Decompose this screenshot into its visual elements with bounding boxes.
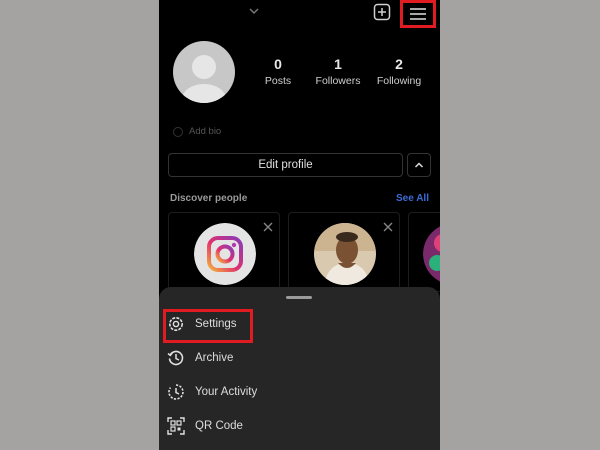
plus-square-icon[interactable] xyxy=(373,3,391,21)
suggestion-card[interactable] xyxy=(168,212,280,292)
followers-count: 1 xyxy=(334,56,342,72)
following-label: Following xyxy=(376,75,422,87)
colorful-avatar xyxy=(423,223,440,285)
bottom-sheet-menu: Settings Archive Your Activity QR Code xyxy=(159,287,440,450)
add-bio-icon xyxy=(173,126,183,137)
suggestion-card[interactable] xyxy=(408,212,440,292)
menu-item-settings[interactable]: Settings xyxy=(167,312,237,336)
gear-icon xyxy=(169,317,183,331)
archive-history-icon xyxy=(167,350,184,366)
close-icon[interactable] xyxy=(263,219,273,232)
suggestion-card[interactable] xyxy=(288,212,400,292)
add-bio-link[interactable]: Add bio xyxy=(173,126,221,137)
discover-people-heading: Discover people xyxy=(170,193,248,204)
person-photo-avatar xyxy=(314,223,376,285)
edit-profile-button[interactable]: Edit profile xyxy=(168,153,403,177)
hamburger-menu-icon xyxy=(410,8,426,20)
following-stat[interactable]: 2 Following xyxy=(369,56,429,87)
menu-item-label: Settings xyxy=(195,318,237,330)
avatar[interactable] xyxy=(173,41,235,103)
followers-stat[interactable]: 1 Followers xyxy=(308,56,368,87)
posts-stat[interactable]: 0 Posts xyxy=(248,56,308,87)
phone-screen: 0 Posts 1 Followers 2 Following Add bio … xyxy=(159,0,440,450)
activity-icon xyxy=(168,384,184,400)
see-all-link[interactable]: See All xyxy=(396,193,429,204)
hamburger-menu-button[interactable] xyxy=(400,0,436,28)
menu-item-qr-code[interactable]: QR Code xyxy=(167,414,243,438)
add-bio-label: Add bio xyxy=(189,126,222,137)
menu-item-your-activity[interactable]: Your Activity xyxy=(167,380,257,404)
discover-toggle-button[interactable] xyxy=(407,153,431,177)
menu-item-label: QR Code xyxy=(195,420,243,432)
sheet-drag-handle[interactable] xyxy=(286,296,312,299)
posts-label: Posts xyxy=(264,75,292,87)
chevron-down-icon[interactable] xyxy=(247,4,261,18)
followers-label: Followers xyxy=(315,75,361,87)
menu-item-label: Archive xyxy=(195,352,234,364)
chevron-up-icon xyxy=(414,162,424,168)
following-count: 2 xyxy=(395,56,403,72)
qr-code-icon xyxy=(167,417,185,435)
top-bar xyxy=(159,0,440,30)
instagram-logo-avatar xyxy=(194,223,256,285)
close-icon[interactable] xyxy=(383,219,393,232)
posts-count: 0 xyxy=(274,56,282,72)
menu-item-label: Your Activity xyxy=(195,386,258,398)
menu-item-archive[interactable]: Archive xyxy=(167,346,233,370)
